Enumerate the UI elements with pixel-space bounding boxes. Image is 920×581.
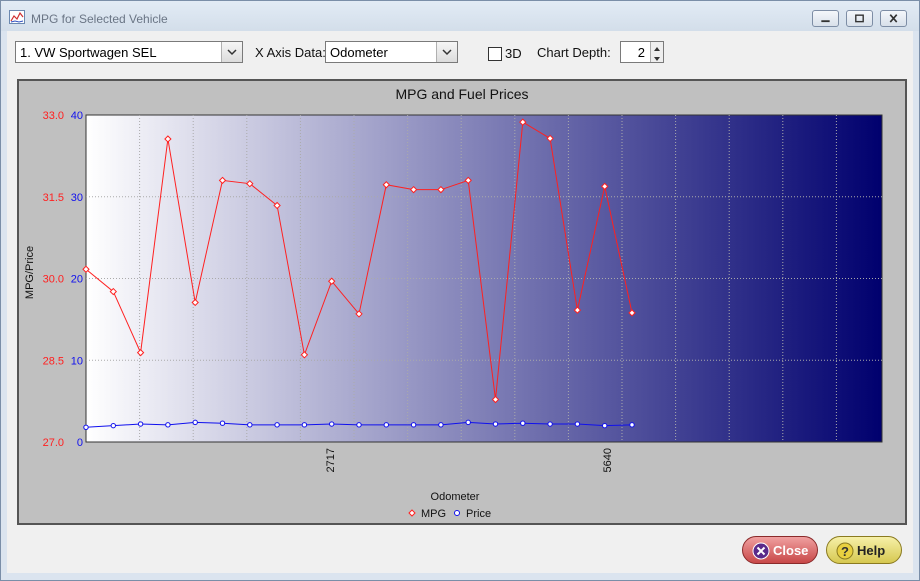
title-bar: MPG for Selected Vehicle — [1, 1, 919, 31]
y-left-tick-label: 27.0 — [43, 437, 64, 449]
y-right-tick-label: 20 — [71, 274, 83, 286]
chart-depth-label: Chart Depth: — [537, 45, 611, 60]
x-tick-label: 5640 — [602, 448, 614, 472]
price-point — [492, 421, 499, 427]
legend-marker-mpg — [408, 509, 416, 517]
help-button[interactable]: ? Help — [826, 536, 902, 564]
price-point — [137, 421, 144, 427]
arrow-down-icon — [654, 57, 660, 61]
chevron-down-icon — [227, 49, 237, 56]
price-point — [602, 422, 608, 429]
y-left-tick-label: 33.0 — [43, 110, 64, 122]
vehicle-select[interactable]: 1. VW Sportwagen SEL — [15, 41, 243, 63]
x-axis-select-value: Odometer — [330, 45, 388, 60]
spin-up-button[interactable] — [650, 42, 663, 52]
client-area: 1. VW Sportwagen SEL X Axis Data: Odomet… — [7, 31, 913, 573]
price-point — [547, 421, 553, 427]
price-point — [520, 420, 526, 426]
close-x-icon — [889, 14, 898, 23]
chart-depth-spinner[interactable]: 2 — [620, 41, 664, 63]
y-left-tick-label: 30.0 — [43, 274, 64, 286]
minimize-button[interactable] — [812, 10, 839, 27]
y-right-tick-label: 10 — [71, 355, 83, 367]
help-button-label: Help — [857, 543, 886, 558]
price-point — [110, 422, 117, 429]
price-point — [247, 422, 253, 428]
y-left-tick-label: 28.5 — [43, 355, 64, 367]
mpg-window: MPG for Selected Vehicle 1. VW Sportwage… — [0, 0, 920, 581]
price-point — [574, 421, 581, 427]
price-point — [83, 424, 89, 430]
y-right-tick-label: 0 — [77, 437, 83, 449]
chevron-down-icon — [442, 49, 452, 56]
chart-title: MPG and Fuel Prices — [395, 86, 528, 102]
svg-text:?: ? — [841, 544, 849, 559]
chart-app-icon — [9, 10, 25, 24]
x-axis-dropdown-button[interactable] — [436, 42, 457, 62]
price-point — [219, 420, 226, 426]
y-right-tick-label: 40 — [71, 110, 83, 122]
maximize-icon — [855, 14, 864, 23]
plot-area — [85, 114, 883, 443]
price-point — [329, 421, 335, 427]
price-point — [629, 422, 635, 428]
y-right-tick-label: 30 — [71, 192, 83, 204]
price-point — [274, 422, 280, 428]
maximize-button[interactable] — [846, 10, 873, 27]
price-point — [356, 422, 362, 428]
price-point — [438, 422, 444, 428]
close-button-label: Close — [773, 543, 809, 558]
vehicle-dropdown-button[interactable] — [221, 42, 242, 62]
x-axis-select[interactable]: Odometer — [325, 41, 458, 63]
spin-down-button[interactable] — [650, 52, 663, 62]
close-window-button[interactable] — [880, 10, 907, 27]
close-button[interactable]: Close — [742, 536, 818, 564]
legend-label: MPG — [421, 508, 446, 520]
price-point — [192, 419, 198, 426]
vehicle-select-value: 1. VW Sportwagen SEL — [20, 45, 157, 60]
x-tick-label: 2717 — [325, 448, 337, 472]
chart-depth-value: 2 — [637, 45, 645, 60]
y-axis-title: MPG/Price — [24, 246, 36, 299]
window-title: MPG for Selected Vehicle — [31, 12, 168, 26]
price-point — [301, 422, 308, 428]
chart-legend: MPG Price — [408, 508, 491, 520]
help-question-icon: ? — [836, 542, 854, 560]
mpg-fuel-chart: MPG and Fuel Prices 27.0 0 28.5 10 30.0 20 31.… — [24, 86, 883, 520]
chart-panel: MPG and Fuel Prices 27.0 0 28.5 10 30.0 20 31.… — [17, 79, 907, 525]
three-d-label: 3D — [505, 46, 522, 61]
price-point — [465, 419, 471, 426]
x-axis-label: X Axis Data: — [255, 45, 326, 60]
price-point — [165, 422, 171, 428]
close-circle-icon — [752, 542, 770, 560]
y-left-tick-label: 31.5 — [43, 192, 64, 204]
legend-label: Price — [466, 508, 491, 520]
x-axis-title: Odometer — [431, 491, 480, 503]
price-point — [410, 422, 417, 428]
legend-marker-price — [454, 510, 460, 516]
three-d-checkbox[interactable] — [488, 47, 502, 61]
minimize-icon — [821, 20, 830, 23]
price-point — [383, 422, 389, 428]
